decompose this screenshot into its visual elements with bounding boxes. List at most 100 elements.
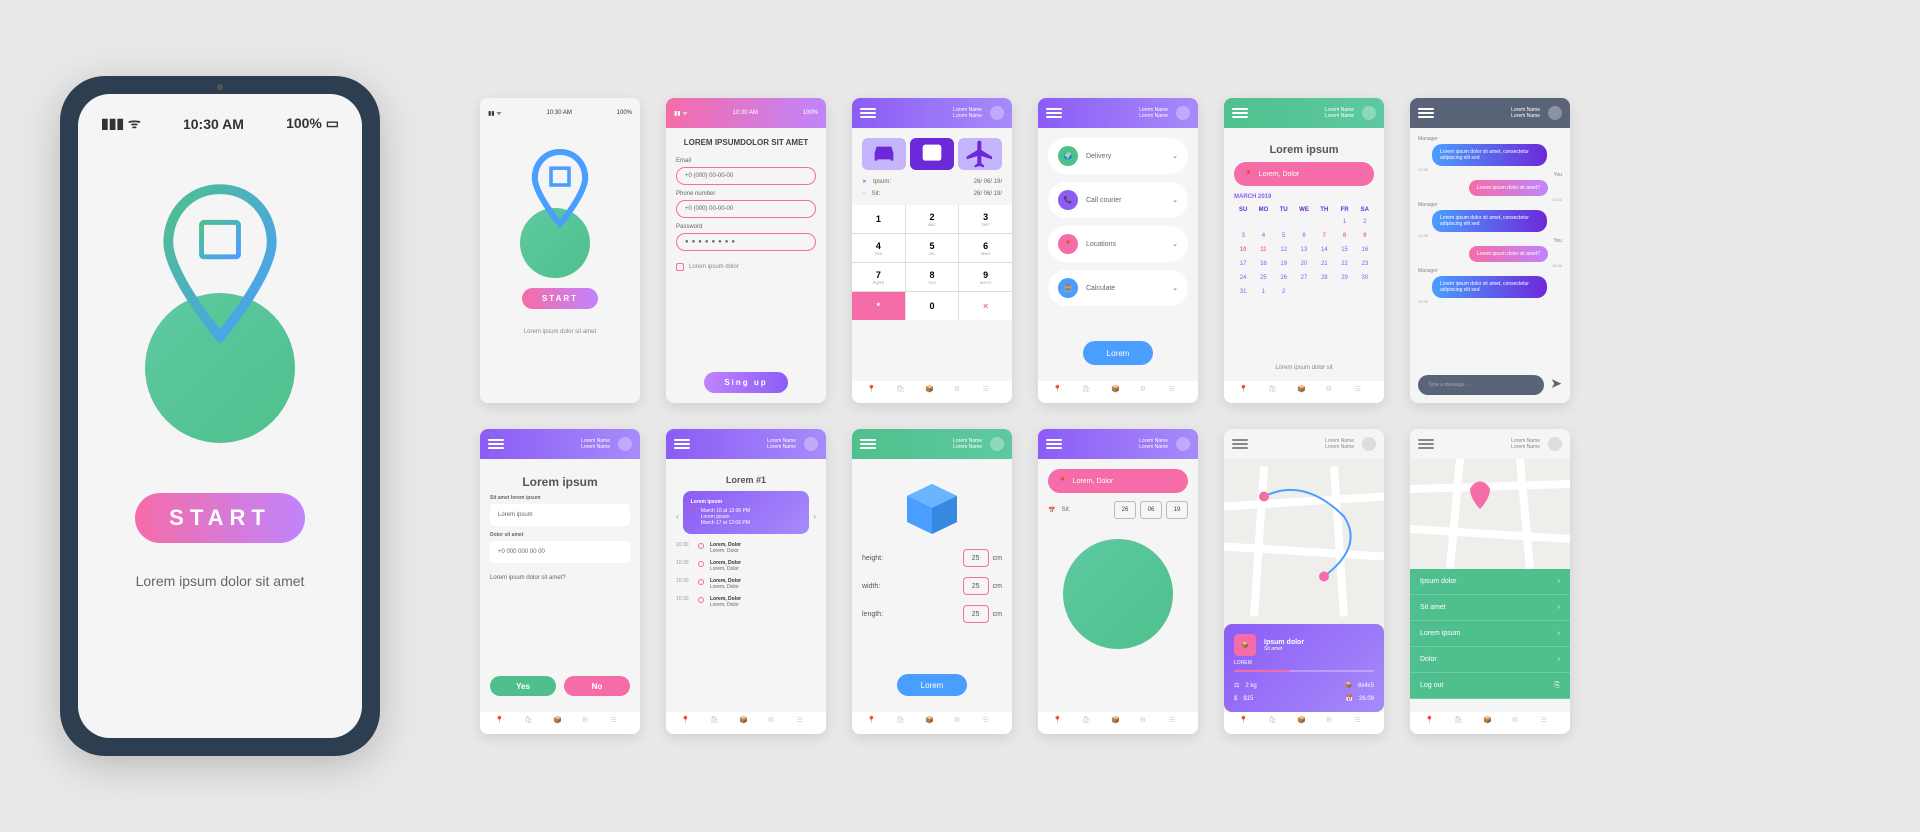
calendar-body[interactable]: 1234567891011121314151617181920212223242… [1234, 216, 1374, 298]
menu-lorem-ipsum[interactable]: Lorem ipsum› [1410, 621, 1570, 647]
menu-nav-icon[interactable]: ☰ [983, 716, 997, 730]
menu-nav-icon[interactable]: ☰ [983, 385, 997, 399]
key-9[interactable]: 9WXYZ [959, 263, 1012, 291]
pin-nav-icon[interactable]: 📍 [1239, 716, 1253, 730]
map-view[interactable] [1224, 459, 1384, 624]
gear-nav-icon[interactable]: ⚙ [1512, 716, 1526, 730]
pin-nav-icon[interactable]: 📍 [1239, 385, 1253, 399]
gear-nav-icon[interactable]: ⚙ [954, 385, 968, 399]
signup-button[interactable]: Sing up [704, 372, 787, 393]
menu-nav-icon[interactable]: ☰ [1169, 716, 1183, 730]
menu-icon[interactable] [1232, 108, 1248, 118]
key-6[interactable]: 6MNO [959, 234, 1012, 262]
start-button[interactable]: START [522, 288, 598, 309]
menu-icon[interactable] [488, 439, 504, 449]
menu-icon[interactable] [1046, 439, 1062, 449]
date-year[interactable]: 19 [1166, 501, 1188, 519]
remember-checkbox[interactable]: Lorem ipsum dolor [676, 263, 816, 271]
pin-nav-icon[interactable]: 📍 [681, 716, 695, 730]
date-day[interactable]: 26 [1114, 501, 1136, 519]
bag-nav-icon[interactable]: 🛍 [896, 385, 910, 399]
avatar[interactable] [1362, 437, 1376, 451]
box-nav-icon[interactable]: 📦 [1297, 385, 1311, 399]
key-7[interactable]: 7PQRS [852, 263, 905, 291]
courier-option[interactable]: 📞Call courier⌄ [1048, 182, 1188, 218]
lorem-button[interactable]: Lorem [897, 674, 968, 696]
gear-nav-icon[interactable]: ⚙ [954, 716, 968, 730]
menu-icon[interactable] [1418, 439, 1434, 449]
lorem-button[interactable]: Lorem [1083, 341, 1154, 365]
avatar[interactable] [1548, 437, 1562, 451]
length-input[interactable]: 25 [963, 605, 989, 623]
bag-nav-icon[interactable]: 🛍 [1268, 385, 1282, 399]
menu-icon[interactable] [1046, 108, 1062, 118]
chevron-left-icon[interactable]: ‹ [676, 512, 679, 521]
gear-nav-icon[interactable]: ⚙ [582, 716, 596, 730]
car-icon[interactable] [862, 138, 906, 170]
avatar[interactable] [990, 437, 1004, 451]
key-4[interactable]: 4GHI [852, 234, 905, 262]
phone-input[interactable]: +0 (000) 00-00-00 [676, 200, 816, 218]
box-nav-icon[interactable]: 📦 [925, 385, 939, 399]
menu-nav-icon[interactable]: ☰ [1541, 716, 1555, 730]
bag-nav-icon[interactable]: 🛍 [1268, 716, 1282, 730]
pin-nav-icon[interactable]: 📍 [867, 716, 881, 730]
key-1[interactable]: 1 [852, 205, 905, 233]
locations-option[interactable]: 📍Locations⌄ [1048, 226, 1188, 262]
menu-sit-amet[interactable]: Sit amet› [1410, 595, 1570, 621]
menu-nav-icon[interactable]: ☰ [611, 716, 625, 730]
key-×[interactable]: × [959, 292, 1012, 320]
gear-nav-icon[interactable]: ⚙ [1326, 385, 1340, 399]
start-button[interactable]: START [135, 493, 305, 543]
email-input[interactable]: +0 (000) 00-00-00 [676, 167, 816, 185]
key-8[interactable]: 8TUV [906, 263, 959, 291]
avatar[interactable] [1548, 106, 1562, 120]
avatar[interactable] [1176, 437, 1190, 451]
avatar[interactable] [618, 437, 632, 451]
delivery-option[interactable]: 🌍Delivery⌄ [1048, 138, 1188, 174]
bag-nav-icon[interactable]: 🛍 [1454, 716, 1468, 730]
plane-icon[interactable] [958, 138, 1002, 170]
menu-nav-icon[interactable]: ☰ [1355, 716, 1369, 730]
box-nav-icon[interactable]: 📦 [1483, 716, 1497, 730]
no-button[interactable]: No [564, 676, 630, 696]
pin-nav-icon[interactable]: 📍 [867, 385, 881, 399]
calculate-option[interactable]: 🧮Calculate⌄ [1048, 270, 1188, 306]
box-nav-icon[interactable]: 📦 [1297, 716, 1311, 730]
pin-nav-icon[interactable]: 📍 [1425, 716, 1439, 730]
yes-button[interactable]: Yes [490, 676, 556, 696]
height-input[interactable]: 25 [963, 549, 989, 567]
menu-logout[interactable]: Log out⎘ [1410, 673, 1570, 699]
box-nav-icon[interactable]: 📦 [553, 716, 567, 730]
box-nav-icon[interactable]: 📦 [1111, 385, 1125, 399]
menu-icon[interactable] [860, 108, 876, 118]
bag-nav-icon[interactable]: 🛍 [896, 716, 910, 730]
bag-nav-icon[interactable]: 🛍 [710, 716, 724, 730]
gear-nav-icon[interactable]: ⚙ [1326, 716, 1340, 730]
menu-icon[interactable] [1232, 439, 1248, 449]
pin-nav-icon[interactable]: 📍 [495, 716, 509, 730]
bag-nav-icon[interactable]: 🛍 [524, 716, 538, 730]
key-3[interactable]: 3DEF [959, 205, 1012, 233]
avatar[interactable] [1362, 106, 1376, 120]
key-5[interactable]: 5JKL [906, 234, 959, 262]
menu-nav-icon[interactable]: ☰ [797, 716, 811, 730]
menu-icon[interactable] [860, 439, 876, 449]
message-input[interactable]: Type a message ... [1418, 375, 1544, 395]
box-nav-icon[interactable]: 📦 [1111, 716, 1125, 730]
location-pill[interactable]: 📍Lorem, Dolor [1234, 162, 1374, 186]
chevron-right-icon[interactable]: › [813, 512, 816, 521]
avatar[interactable] [990, 106, 1004, 120]
box-nav-icon[interactable]: 📦 [739, 716, 753, 730]
menu-nav-icon[interactable]: ☰ [1169, 385, 1183, 399]
gear-nav-icon[interactable]: ⚙ [1140, 385, 1154, 399]
date-month[interactable]: 06 [1140, 501, 1162, 519]
password-input[interactable]: ●●●●●●●● [676, 233, 816, 251]
menu-nav-icon[interactable]: ☰ [1355, 385, 1369, 399]
pin-nav-icon[interactable]: 📍 [1053, 716, 1067, 730]
menu-dolor[interactable]: Dolor› [1410, 647, 1570, 673]
key-*[interactable]: * [852, 292, 905, 320]
width-input[interactable]: 25 [963, 577, 989, 595]
send-icon[interactable]: ➤ [1550, 375, 1562, 395]
key-0[interactable]: 0 [906, 292, 959, 320]
